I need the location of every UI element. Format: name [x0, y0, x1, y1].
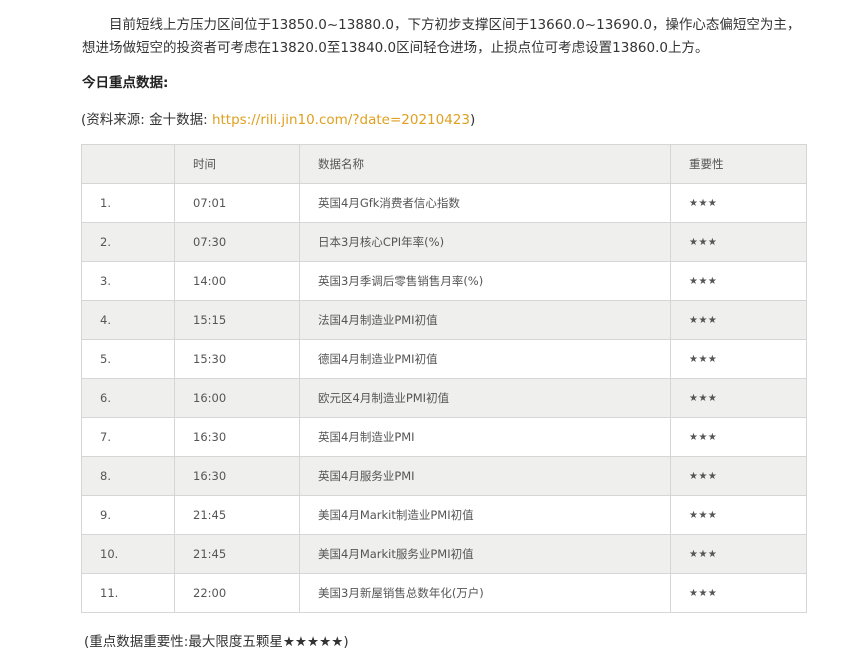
header-index	[81, 144, 175, 184]
row-time: 21:45	[174, 534, 300, 574]
analysis-paragraph: 目前短线上方压力区间位于13850.0~13880.0，下方初步支撑区间于136…	[82, 17, 801, 56]
row-time: 07:30	[174, 222, 300, 262]
row-importance-stars: ★★★	[670, 573, 807, 613]
table-row: 6. 16:00 欧元区4月制造业PMI初值 ★★★	[81, 378, 807, 418]
source-link[interactable]: https://rili.jin10.com/?date=20210423	[212, 112, 470, 128]
row-index: 7.	[81, 417, 175, 457]
row-index: 6.	[81, 378, 175, 418]
table-row: 7. 16:30 英国4月制造业PMI ★★★	[81, 417, 807, 457]
table-row: 10. 21:45 美国4月Markit服务业PMI初值 ★★★	[81, 534, 807, 574]
row-data-name: 欧元区4月制造业PMI初值	[299, 378, 671, 418]
row-time: 15:30	[174, 339, 300, 379]
row-data-name: 德国4月制造业PMI初值	[299, 339, 671, 379]
key-data-table: 时间 数据名称 重要性 1. 07:01 英国4月Gfk消费者信心指数 ★★★ …	[81, 144, 807, 613]
source-prefix: (资料来源: 金十数据:	[81, 112, 212, 128]
row-data-name: 美国4月Markit制造业PMI初值	[299, 495, 671, 535]
table-row: 11. 22:00 美国3月新屋销售总数年化(万户) ★★★	[81, 573, 807, 613]
row-time: 07:01	[174, 183, 300, 223]
data-source-line: (资料来源: 金十数据: https://rili.jin10.com/?dat…	[81, 108, 475, 128]
row-index: 1.	[81, 183, 175, 223]
row-index: 4.	[81, 300, 175, 340]
header-data-name: 数据名称	[299, 144, 671, 184]
row-data-name: 日本3月核心CPI年率(%)	[299, 222, 671, 262]
row-data-name: 法国4月制造业PMI初值	[299, 300, 671, 340]
table-row: 5. 15:30 德国4月制造业PMI初值 ★★★	[81, 339, 807, 379]
row-index: 2.	[81, 222, 175, 262]
row-importance-stars: ★★★	[670, 417, 807, 457]
row-importance-stars: ★★★	[670, 183, 807, 223]
row-data-name: 英国4月服务业PMI	[299, 456, 671, 496]
row-time: 16:30	[174, 456, 300, 496]
row-importance-stars: ★★★	[670, 300, 807, 340]
key-data-heading: 今日重点数据:	[82, 75, 169, 91]
row-index: 9.	[81, 495, 175, 535]
row-time: 21:45	[174, 495, 300, 535]
row-importance-stars: ★★★	[670, 339, 807, 379]
row-index: 11.	[81, 573, 175, 613]
row-index: 5.	[81, 339, 175, 379]
importance-note: (重点数据重要性:最大限度五颗星★★★★★)	[84, 634, 349, 650]
row-data-name: 英国4月制造业PMI	[299, 417, 671, 457]
header-importance: 重要性	[670, 144, 807, 184]
table-row: 9. 21:45 美国4月Markit制造业PMI初值 ★★★	[81, 495, 807, 535]
table-row: 3. 14:00 英国3月季调后零售销售月率(%) ★★★	[81, 261, 807, 301]
row-importance-stars: ★★★	[670, 456, 807, 496]
table-row: 1. 07:01 英国4月Gfk消费者信心指数 ★★★	[81, 183, 807, 223]
table-header-row: 时间 数据名称 重要性	[81, 144, 807, 184]
row-data-name: 美国3月新屋销售总数年化(万户)	[299, 573, 671, 613]
row-time: 22:00	[174, 573, 300, 613]
row-time: 16:30	[174, 417, 300, 457]
source-suffix: )	[469, 112, 476, 128]
row-importance-stars: ★★★	[670, 222, 807, 262]
row-importance-stars: ★★★	[670, 261, 807, 301]
row-index: 8.	[81, 456, 175, 496]
row-importance-stars: ★★★	[670, 378, 807, 418]
row-index: 10.	[81, 534, 175, 574]
table-row: 4. 15:15 法国4月制造业PMI初值 ★★★	[81, 300, 807, 340]
row-importance-stars: ★★★	[670, 534, 807, 574]
row-index: 3.	[81, 261, 175, 301]
row-data-name: 英国4月Gfk消费者信心指数	[299, 183, 671, 223]
row-data-name: 美国4月Markit服务业PMI初值	[299, 534, 671, 574]
row-time: 14:00	[174, 261, 300, 301]
row-time: 16:00	[174, 378, 300, 418]
table-row: 8. 16:30 英国4月服务业PMI ★★★	[81, 456, 807, 496]
row-data-name: 英国3月季调后零售销售月率(%)	[299, 261, 671, 301]
row-importance-stars: ★★★	[670, 495, 807, 535]
table-row: 2. 07:30 日本3月核心CPI年率(%) ★★★	[81, 222, 807, 262]
header-time: 时间	[174, 144, 300, 184]
row-time: 15:15	[174, 300, 300, 340]
